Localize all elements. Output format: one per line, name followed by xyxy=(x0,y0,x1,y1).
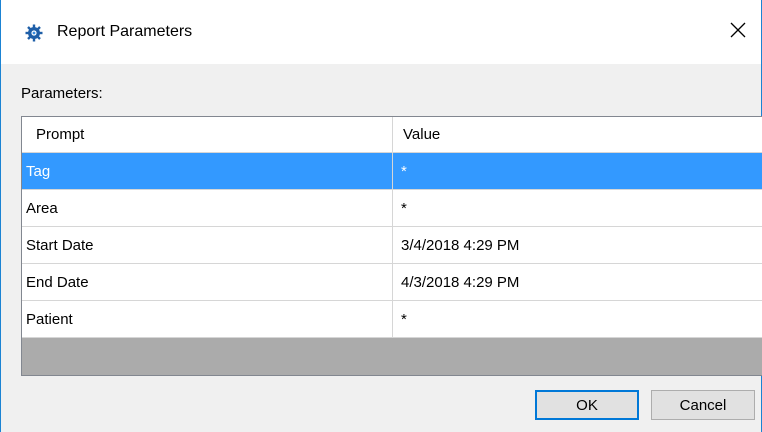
window-title: Report Parameters xyxy=(57,23,193,40)
ok-button[interactable]: OK xyxy=(535,390,639,420)
grid-header-row: Prompt Value xyxy=(22,117,762,153)
table-row[interactable]: Start Date 3/4/2018 4:29 PM xyxy=(22,227,762,264)
table-row[interactable]: Area * xyxy=(22,190,762,227)
value-cell[interactable]: * xyxy=(393,301,762,337)
table-row[interactable]: End Date 4/3/2018 4:29 PM xyxy=(22,264,762,301)
title-bar[interactable]: Report Parameters xyxy=(1,0,761,64)
value-cell[interactable]: * xyxy=(393,190,762,226)
cancel-button[interactable]: Cancel xyxy=(651,390,755,420)
prompt-cell[interactable]: Tag xyxy=(22,153,393,189)
close-button[interactable] xyxy=(715,14,761,50)
report-parameters-dialog: Report Parameters Parameters: Prompt Val… xyxy=(0,0,762,432)
parameters-label: Parameters: xyxy=(21,85,103,102)
prompt-cell[interactable]: Patient xyxy=(22,301,393,337)
prompt-cell[interactable]: End Date xyxy=(22,264,393,300)
prompt-cell[interactable]: Start Date xyxy=(22,227,393,263)
parameters-grid[interactable]: Prompt Value Tag * Area * Start Date 3/4… xyxy=(21,116,762,376)
value-cell[interactable]: * xyxy=(393,153,762,189)
close-icon[interactable] xyxy=(730,22,746,43)
table-row[interactable]: Tag * xyxy=(22,153,762,190)
prompt-cell[interactable]: Area xyxy=(22,190,393,226)
column-header-value[interactable]: Value xyxy=(393,117,762,152)
gear-icon xyxy=(25,24,43,42)
column-header-prompt[interactable]: Prompt xyxy=(22,117,393,152)
value-cell[interactable]: 3/4/2018 4:29 PM xyxy=(393,227,762,263)
value-cell[interactable]: 4/3/2018 4:29 PM xyxy=(393,264,762,300)
table-row[interactable]: Patient * xyxy=(22,301,762,338)
